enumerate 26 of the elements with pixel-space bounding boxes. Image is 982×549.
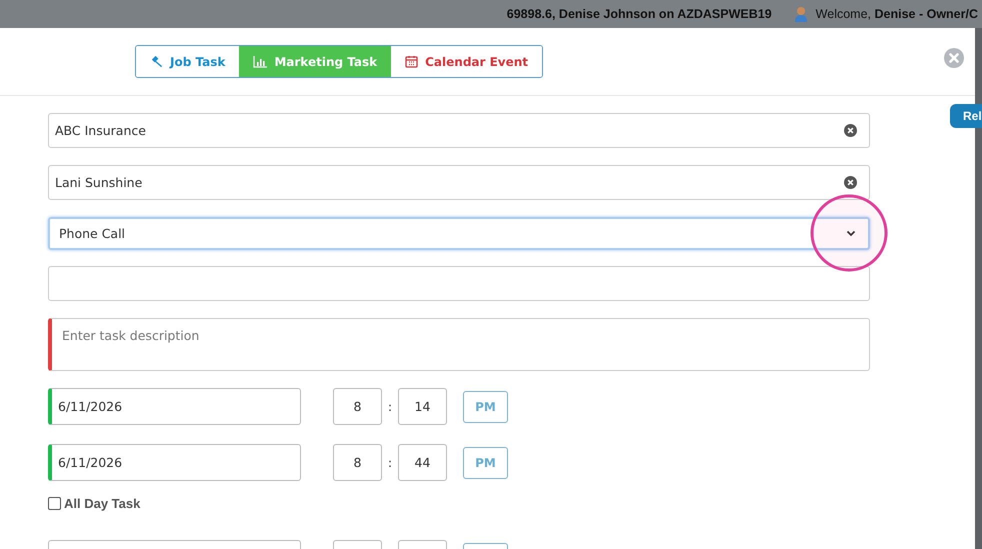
text-field[interactable]: Lani Sunshine — [48, 165, 870, 200]
calendar-icon — [405, 55, 418, 68]
date-field[interactable]: 6/11/2026 — [48, 388, 301, 425]
text-field[interactable] — [48, 266, 870, 301]
clear-icon[interactable] — [844, 176, 857, 189]
chevron-down-icon — [846, 230, 856, 237]
minute-field[interactable]: 14 — [398, 388, 447, 425]
type-select[interactable]: Phone Call — [48, 217, 870, 250]
all-day-label: All Day Task — [64, 496, 140, 511]
user-icon — [794, 6, 808, 22]
date-field[interactable]: 6/11/2026 — [48, 444, 301, 481]
bar-chart-icon — [253, 56, 268, 68]
clear-icon[interactable] — [844, 124, 857, 137]
hammer-icon — [150, 55, 163, 68]
text-field[interactable]: ABC Insurance — [48, 113, 870, 148]
side-button[interactable]: Rel — [950, 104, 982, 128]
description-field[interactable]: Enter task description — [48, 318, 870, 371]
checkbox[interactable] — [48, 497, 61, 510]
hour-field[interactable]: 8 — [333, 388, 382, 425]
minute-field[interactable]: 44 — [398, 444, 447, 481]
time-separator: : — [386, 456, 394, 470]
close-icon[interactable] — [944, 48, 964, 68]
welcome-text: Welcome, Denise - Owner/C — [816, 7, 978, 21]
hour-field[interactable]: 8 — [333, 444, 382, 481]
time-separator: : — [386, 400, 394, 414]
session-info: 69898.6, Denise Johnson on AZDASPWEB19 — [506, 7, 772, 21]
